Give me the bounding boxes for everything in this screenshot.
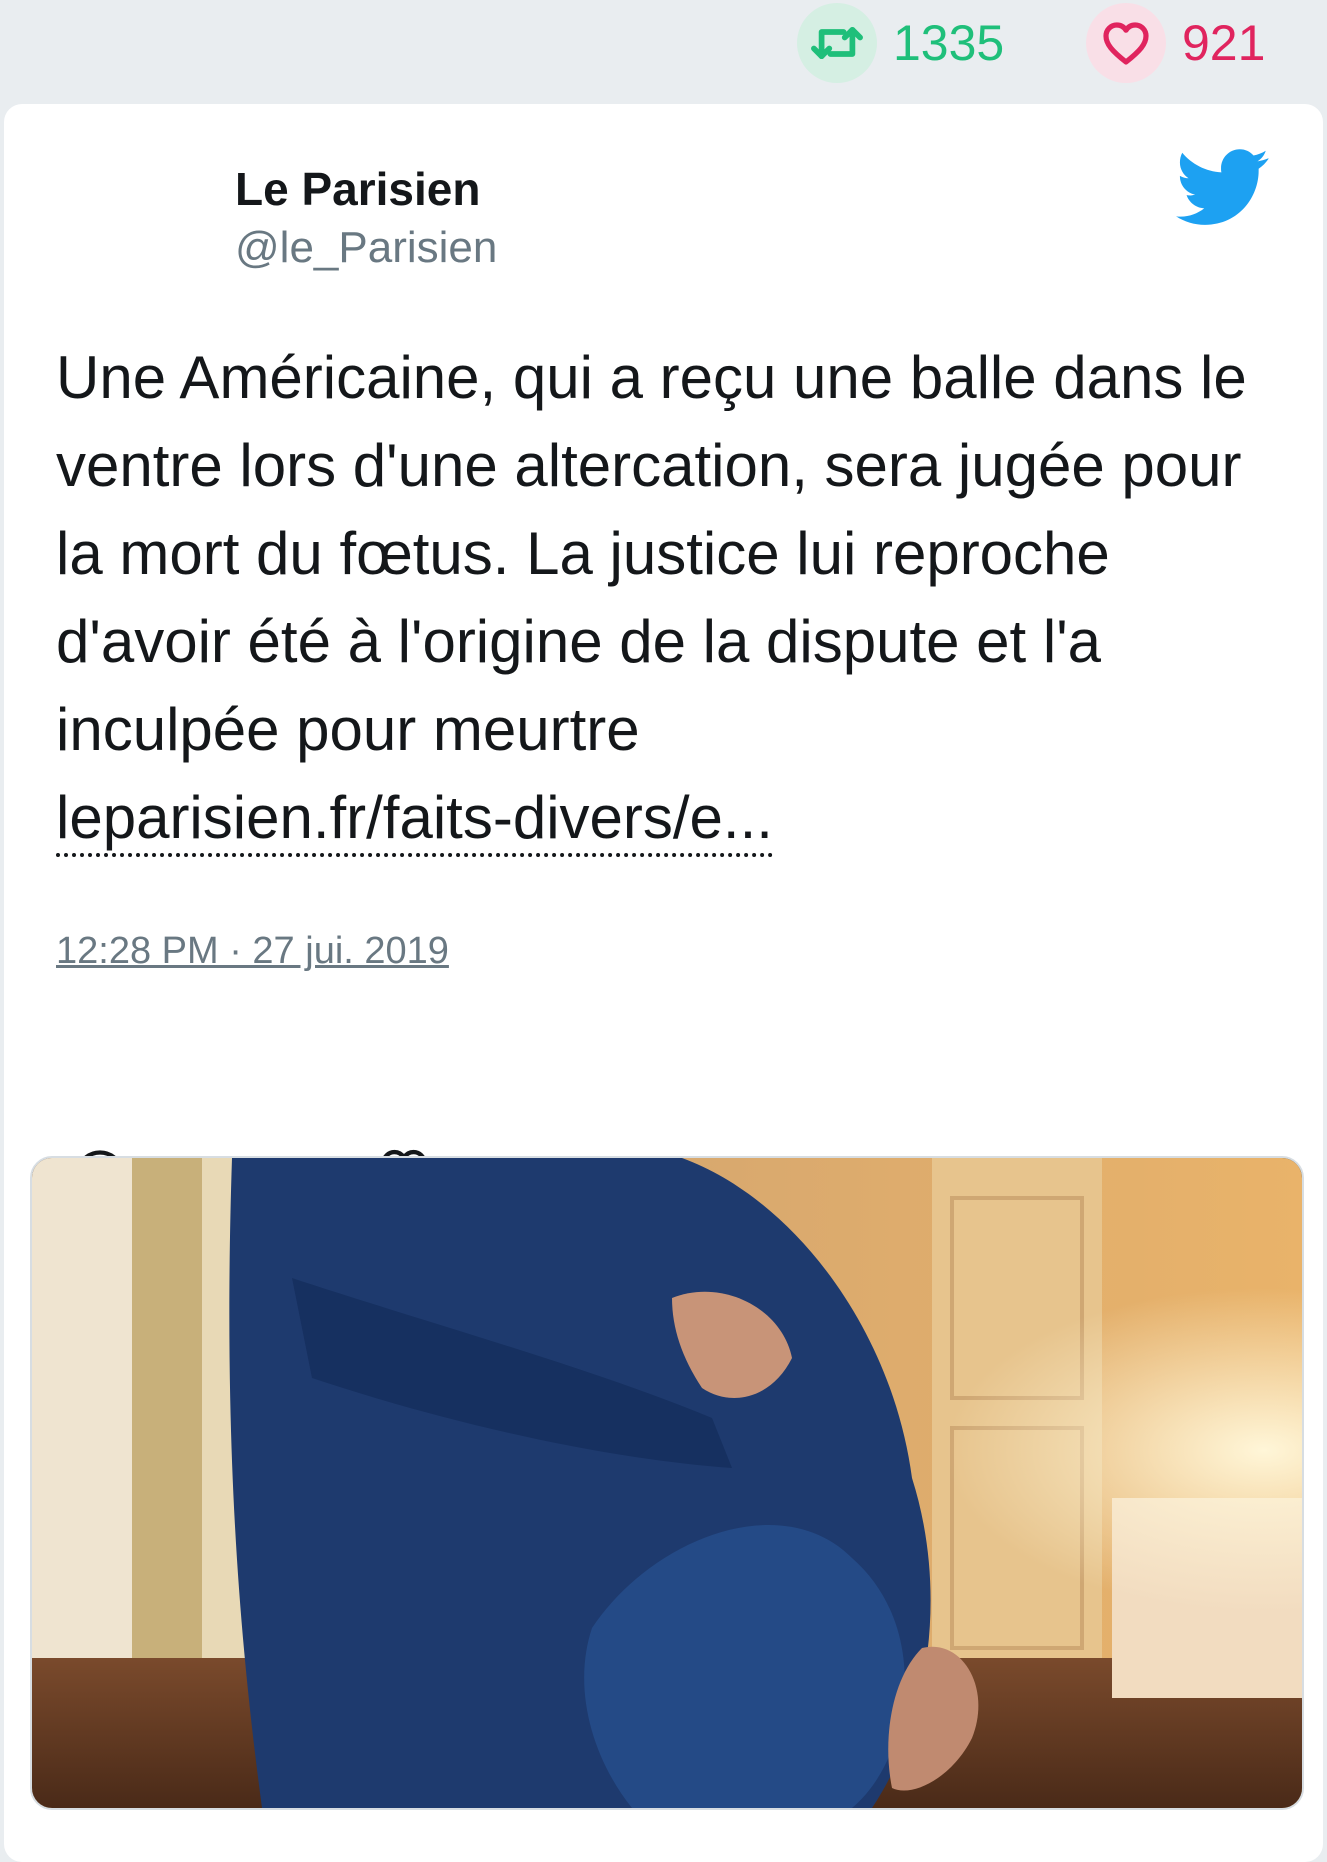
tweet-author[interactable]: Le Parisien @le_Parisien [235, 162, 497, 278]
tweet-body: Une Américaine, qui a reçu une balle dan… [56, 344, 1247, 763]
tweet-timestamp[interactable]: 12:28 PM · 27 jui. 2019 [56, 930, 449, 973]
engagement-stats: 1335 921 [0, 0, 1327, 100]
retweet-icon[interactable] [797, 3, 877, 83]
heart-icon[interactable] [1086, 3, 1166, 83]
like-count: 921 [1182, 15, 1266, 71]
tweet-card: Le Parisien @le_Parisien Une Américaine,… [4, 104, 1323, 1862]
tweet-text: Une Américaine, qui a reçu une balle dan… [56, 334, 1286, 862]
pregnant-woman-photo [32, 1158, 1302, 1808]
tweet-media-image[interactable] [30, 1156, 1304, 1810]
like-stat[interactable]: 921 [1086, 3, 1266, 83]
author-name[interactable]: Le Parisien [235, 162, 497, 216]
retweet-count: 1335 [893, 15, 1005, 71]
author-handle[interactable]: @le_Parisien [235, 218, 497, 278]
tweet-link[interactable]: leparisien.fr/faits-divers/e... [56, 783, 773, 857]
twitter-bird-icon[interactable] [1176, 148, 1270, 228]
retweet-stat[interactable]: 1335 [797, 3, 1005, 83]
